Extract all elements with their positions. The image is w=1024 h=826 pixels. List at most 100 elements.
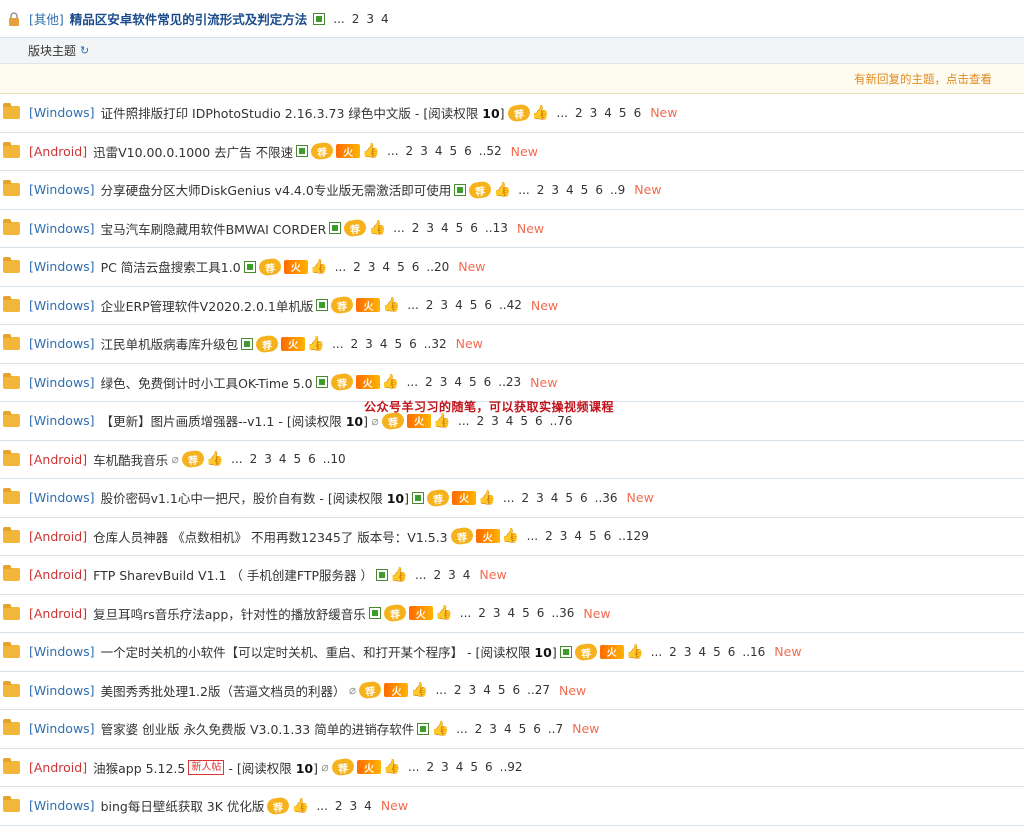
thread-type[interactable]: [Windows] — [29, 182, 95, 197]
page-link[interactable]: ..36 — [551, 606, 574, 620]
page-link[interactable]: 2 — [545, 529, 553, 543]
new-label[interactable]: New — [559, 683, 586, 698]
page-link[interactable]: 5 — [498, 683, 506, 697]
page-link[interactable]: ..16 — [742, 645, 765, 659]
page-link[interactable]: 6 — [308, 452, 316, 466]
page-link[interactable]: ... — [518, 183, 529, 197]
page-link[interactable]: 2 — [351, 337, 359, 351]
page-link[interactable]: ... — [231, 452, 242, 466]
page-link[interactable]: 3 — [536, 491, 544, 505]
page-link[interactable]: 4 — [435, 144, 443, 158]
page-link[interactable]: ... — [456, 722, 467, 736]
thread-title[interactable]: 宝马汽车刷隐藏用软件BMWAI CORDER — [101, 219, 327, 238]
page-link[interactable]: ..9 — [610, 183, 625, 197]
page-link[interactable]: ... — [460, 606, 471, 620]
new-label[interactable]: New — [583, 606, 610, 621]
page-link[interactable]: ..32 — [424, 337, 447, 351]
thread-title[interactable]: 复旦耳鸣rs音乐疗法app，针对性的播放舒缓音乐 — [93, 604, 366, 623]
page-link[interactable]: 4 — [454, 375, 462, 389]
page-link[interactable]: 2 — [537, 183, 545, 197]
new-label[interactable]: New — [627, 490, 654, 505]
thread-title[interactable]: 分享硬盘分区大师DiskGenius v4.4.0专业版无需激活即可使用 — [101, 180, 452, 199]
page-link[interactable]: ..129 — [618, 529, 649, 543]
page-link[interactable]: 6 — [512, 683, 520, 697]
thread-row[interactable]: [Windows] 股价密码v1.1心中一把尺，股价自有数 - [阅读权限 10]… — [0, 479, 1024, 518]
page-link[interactable]: ..42 — [499, 298, 522, 312]
page-link[interactable]: 5 — [470, 298, 478, 312]
page-link[interactable]: 2 — [426, 760, 434, 774]
page-link[interactable]: 4 — [483, 683, 491, 697]
page-link[interactable]: 4 — [504, 722, 512, 736]
thread-row[interactable]: [Android] 仓库人员神器 《点数相机》 不用再数12345了 版本号：V1… — [0, 518, 1024, 556]
page-link[interactable]: 2 — [454, 683, 462, 697]
thread-type[interactable]: [Windows] — [29, 413, 95, 428]
thread-title[interactable]: bing每日壁纸获取 3K 优化版 — [101, 796, 265, 815]
page-link[interactable]: 5 — [589, 529, 597, 543]
page-link[interactable]: 4 — [604, 106, 612, 120]
page-link[interactable]: 5 — [470, 760, 478, 774]
page-link[interactable]: 5 — [522, 606, 530, 620]
thread-type[interactable]: [Windows] — [29, 221, 95, 236]
new-label[interactable]: New — [774, 644, 801, 659]
new-reply-notice[interactable]: 有新回复的主题，点击查看 — [0, 64, 1024, 94]
thread-title[interactable]: 【更新】图片画质增强器--v1.1 — [101, 411, 275, 430]
page-link[interactable]: 5 — [456, 221, 464, 235]
page-link[interactable]: 3 — [426, 221, 434, 235]
page-link[interactable]: 6 — [537, 606, 545, 620]
thread-row[interactable]: [Windows] 江民单机版病毒库升级包荐火 👍... 2 3 4 5 6 ..32 New — [0, 325, 1024, 364]
thread-row[interactable]: [Windows] 美图秀秀批处理1.2版（苦逼文档员的利器） ⌀ 荐火 👍... 2 3 4… — [0, 672, 1024, 710]
page-link[interactable]: 6 — [409, 337, 417, 351]
page-link[interactable]: 2 — [335, 799, 343, 813]
page-link[interactable]: 6 — [464, 144, 472, 158]
page-link[interactable]: ... — [415, 568, 426, 582]
thread-type[interactable]: [Windows] — [29, 105, 95, 120]
page-link[interactable]: 5 — [293, 452, 301, 466]
page-link[interactable]: 4 — [551, 491, 559, 505]
page-link[interactable]: 2 — [426, 298, 434, 312]
page-link[interactable]: ..7 — [548, 722, 563, 736]
thread-row[interactable]: [Windows] 企业ERP管理软件V2020.2.0.1单机版荐火 👍... 2 3… — [0, 287, 1024, 325]
page-link[interactable]: 4 — [508, 606, 516, 620]
thread-title[interactable]: FTP SharevBuild V1.1 （ 手机创建FTP服务器 ） — [93, 565, 373, 584]
new-label[interactable]: New — [456, 336, 483, 351]
page-link[interactable]: 5 — [397, 260, 405, 274]
page-link[interactable]: ..27 — [527, 683, 550, 697]
page-link[interactable]: 6 — [484, 298, 492, 312]
page-link[interactable]: 5 — [519, 722, 527, 736]
page-link[interactable]: ... — [393, 221, 404, 235]
page-link[interactable]: ... — [435, 683, 446, 697]
page-link[interactable]: 4 — [381, 12, 389, 26]
thread-type[interactable]: [Windows] — [29, 721, 95, 736]
thread-title[interactable]: 仓库人员神器 《点数相机》 不用再数12345了 版本号：V1.5.3 — [93, 527, 448, 546]
thread-type[interactable]: [Android] — [29, 452, 87, 467]
page-link[interactable]: 2 — [475, 722, 483, 736]
page-link[interactable]: 6 — [533, 722, 541, 736]
thread-row[interactable]: [Windows] 证件照排版打印 IDPhotoStudio 2.16.3.73… — [0, 94, 1024, 133]
thread-row[interactable]: [Android] 油猴app 5.12.5 新人帖 - [阅读权限 10] ⌀ 荐火 👍… — [0, 749, 1024, 787]
thread-title[interactable]: 精品区安卓软件常见的引流形式及判定方法 — [70, 9, 308, 28]
page-link[interactable]: 3 — [441, 760, 449, 774]
thread-type[interactable]: [Windows] — [29, 798, 95, 813]
notice-text[interactable]: 有新回复的主题，点击查看 — [854, 71, 992, 87]
page-link[interactable]: 5 — [394, 337, 402, 351]
page-link[interactable]: 3 — [551, 183, 559, 197]
thread-type[interactable]: [Android] — [29, 529, 87, 544]
thread-type[interactable]: [其他] — [29, 9, 64, 28]
page-link[interactable]: ... — [503, 491, 514, 505]
thread-type[interactable]: [Windows] — [29, 683, 95, 698]
page-link[interactable]: 3 — [365, 337, 373, 351]
thread-type[interactable]: [Windows] — [29, 644, 95, 659]
page-link[interactable]: ..36 — [595, 491, 618, 505]
page-link[interactable]: ..10 — [323, 452, 346, 466]
page-link[interactable]: ... — [316, 799, 327, 813]
page-link[interactable]: 6 — [728, 645, 736, 659]
new-label[interactable]: New — [634, 182, 661, 197]
page-link[interactable]: ..20 — [426, 260, 449, 274]
page-link[interactable]: ... — [387, 144, 398, 158]
page-link[interactable]: 3 — [489, 722, 497, 736]
thread-type[interactable]: [Windows] — [29, 375, 95, 390]
page-link[interactable]: 2 — [521, 491, 529, 505]
page-link[interactable]: 3 — [590, 106, 598, 120]
thread-type[interactable]: [Android] — [29, 144, 87, 159]
thread-title[interactable]: 美图秀秀批处理1.2版（苦逼文档员的利器） — [101, 681, 346, 700]
